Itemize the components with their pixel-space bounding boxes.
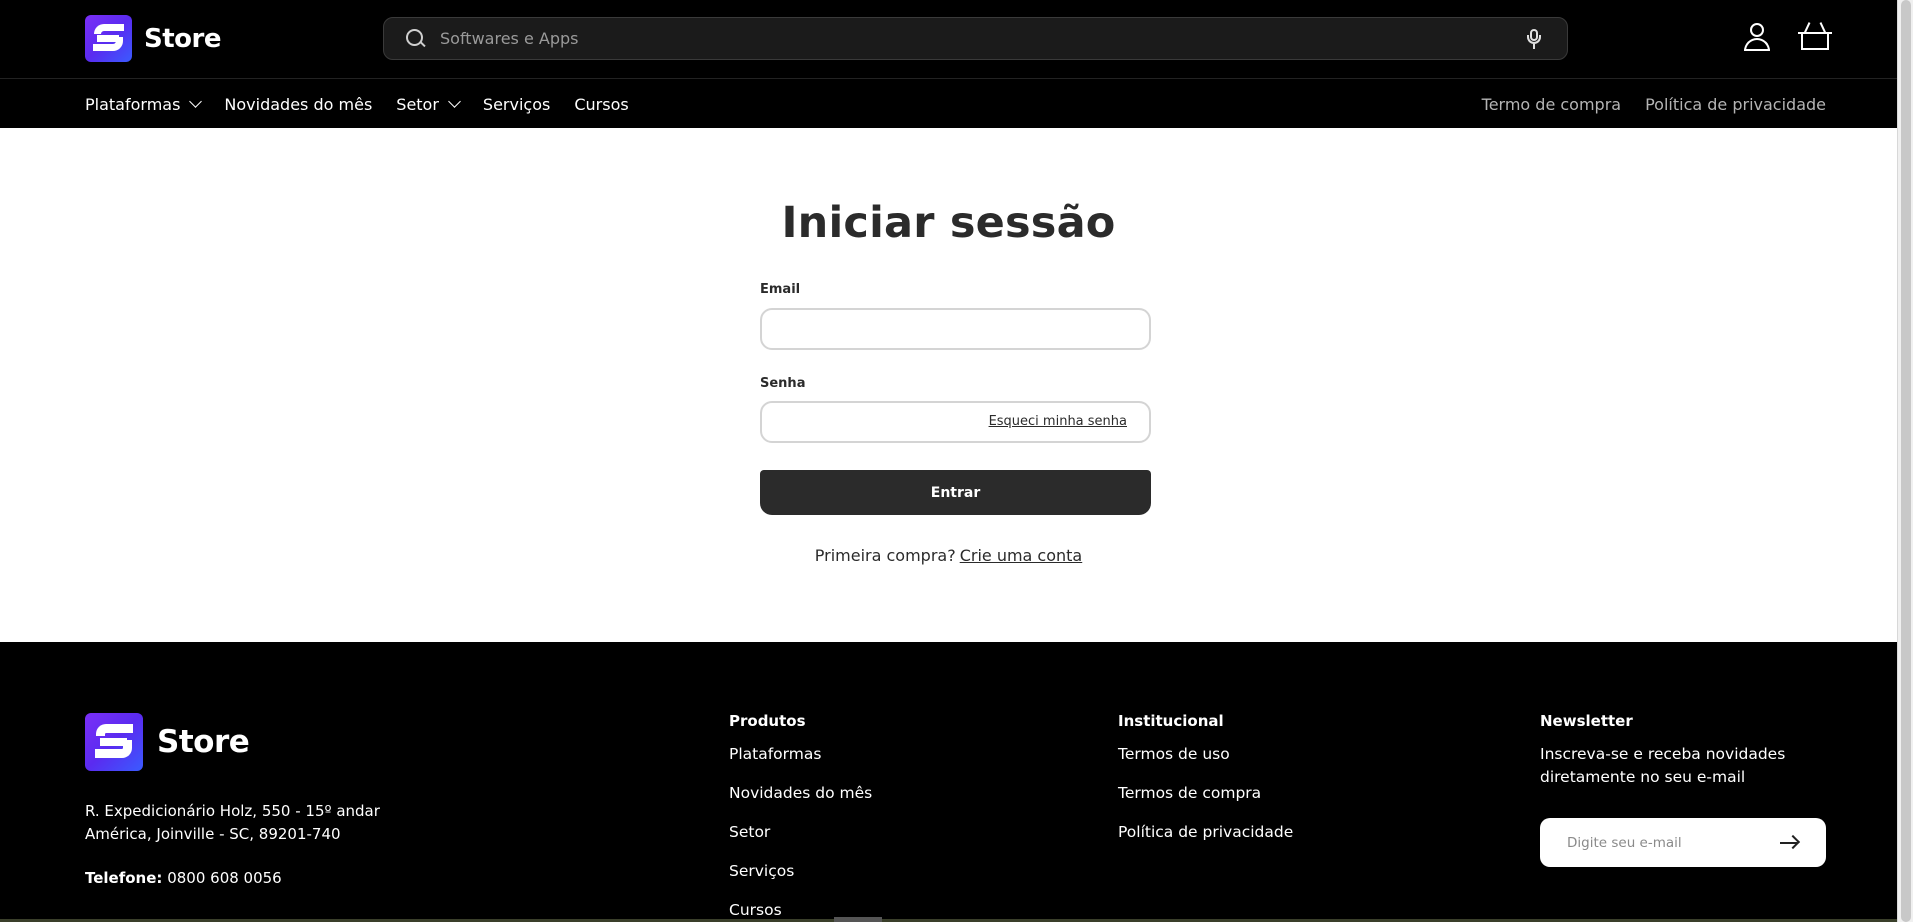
vertical-scrollbar[interactable] [1897, 0, 1913, 922]
footer-link-setor[interactable]: Setor [729, 821, 872, 860]
footer-col-title: Produtos [729, 712, 806, 730]
nav-item-label: Novidades do mês [224, 94, 373, 114]
footer-col-produtos: Produtos Plataformas Novidades do mês Se… [729, 712, 872, 922]
footer: Store R. Expedicionário Holz, 550 - 15º … [0, 642, 1897, 922]
nav-left: Plataformas Novidades do mês Setor Servi… [85, 79, 653, 129]
nav-item-cursos[interactable]: Cursos [574, 95, 628, 114]
chevron-down-icon [189, 95, 203, 108]
chevron-down-icon [448, 95, 461, 108]
nav-link-politica-privacidade[interactable]: Política de privacidade [1645, 95, 1826, 114]
footer-link-plataformas[interactable]: Plataformas [729, 743, 872, 782]
logo-text: Store [144, 23, 221, 54]
email-label: Email [760, 282, 801, 297]
footer-phone: Telefone: 0800 608 0056 [85, 869, 282, 887]
nav-item-setor[interactable]: Setor [396, 94, 461, 114]
footer-logo[interactable]: Store [85, 713, 250, 771]
footer-col-title: Newsletter [1540, 712, 1633, 730]
newsletter-email-input[interactable] [1567, 834, 1780, 851]
header-logo[interactable]: Store [85, 15, 221, 62]
vertical-scrollbar-thumb[interactable] [1901, 0, 1911, 922]
logo-mark-icon [85, 15, 132, 62]
email-field[interactable] [762, 310, 1149, 348]
cart-icon[interactable] [1798, 20, 1832, 52]
nav-item-label: Plataformas [85, 94, 181, 114]
footer-col-institucional: Institucional Termos de uso Termos de co… [1118, 712, 1293, 860]
footer-col-title: Institucional [1118, 712, 1224, 730]
footer-link-novidades[interactable]: Novidades do mês [729, 782, 872, 821]
mic-icon[interactable] [1527, 28, 1541, 49]
main-nav: Plataformas Novidades do mês Setor Servi… [0, 78, 1897, 128]
email-field-wrapper [760, 308, 1151, 350]
password-field-wrapper: Esqueci minha senha [760, 401, 1151, 443]
signup-prompt-text: Primeira compra? [814, 546, 956, 565]
nav-item-label: Cursos [574, 94, 629, 114]
account-icon[interactable] [1742, 22, 1772, 52]
search-input[interactable] [440, 29, 1527, 48]
nav-item-servicos[interactable]: Serviços [483, 95, 550, 114]
phone-label: Telefone: [85, 869, 163, 887]
horizontal-scrollbar-thumb[interactable] [834, 917, 882, 922]
forgot-password-link[interactable]: Esqueci minha senha [989, 414, 1127, 429]
logo-mark-icon [85, 713, 143, 771]
page-title: Iniciar sessão [781, 198, 1116, 248]
newsletter-text: Inscreva-se e receba novidades diretamen… [1540, 745, 1786, 786]
address-line-1: R. Expedicionário Holz, 550 - 15º andar [85, 802, 380, 820]
search-icon[interactable] [406, 28, 426, 49]
footer-col-newsletter: Newsletter Inscreva-se e receba novidade… [1540, 712, 1830, 789]
newsletter-form [1540, 818, 1826, 867]
create-account-link[interactable]: Crie uma conta [960, 546, 1083, 565]
nav-right: Termo de compra Política de privacidade [1458, 79, 1826, 129]
signup-prompt: Primeira compra? Crie uma conta [0, 546, 1897, 565]
header: Store [0, 0, 1897, 78]
login-button[interactable]: Entrar [760, 470, 1151, 515]
page: Store Plataformas Novidades do mês [0, 0, 1897, 922]
address-line-2: América, Joinville - SC, 89201-740 [85, 825, 341, 843]
nav-item-label: Serviços [482, 94, 551, 114]
phone-value: 0800 608 0056 [167, 869, 282, 887]
footer-address: R. Expedicionário Holz, 550 - 15º andar … [85, 800, 380, 846]
nav-link-termo-de-compra[interactable]: Termo de compra [1482, 95, 1621, 114]
search-bar[interactable] [383, 17, 1568, 60]
footer-link-politica-privacidade[interactable]: Política de privacidade [1118, 821, 1293, 860]
footer-link-termos-de-uso[interactable]: Termos de uso [1118, 743, 1293, 782]
footer-link-servicos[interactable]: Serviços [729, 860, 872, 899]
login-section: Iniciar sessão Email Senha Esqueci minha… [0, 128, 1897, 642]
nav-item-label: Setor [396, 94, 439, 114]
logo-text: Store [157, 724, 250, 760]
arrow-right-icon[interactable] [1780, 834, 1801, 850]
nav-item-plataformas[interactable]: Plataformas [85, 94, 203, 114]
footer-link-termos-de-compra[interactable]: Termos de compra [1118, 782, 1293, 821]
nav-item-novidades[interactable]: Novidades do mês [224, 95, 372, 114]
password-label: Senha [760, 376, 806, 391]
